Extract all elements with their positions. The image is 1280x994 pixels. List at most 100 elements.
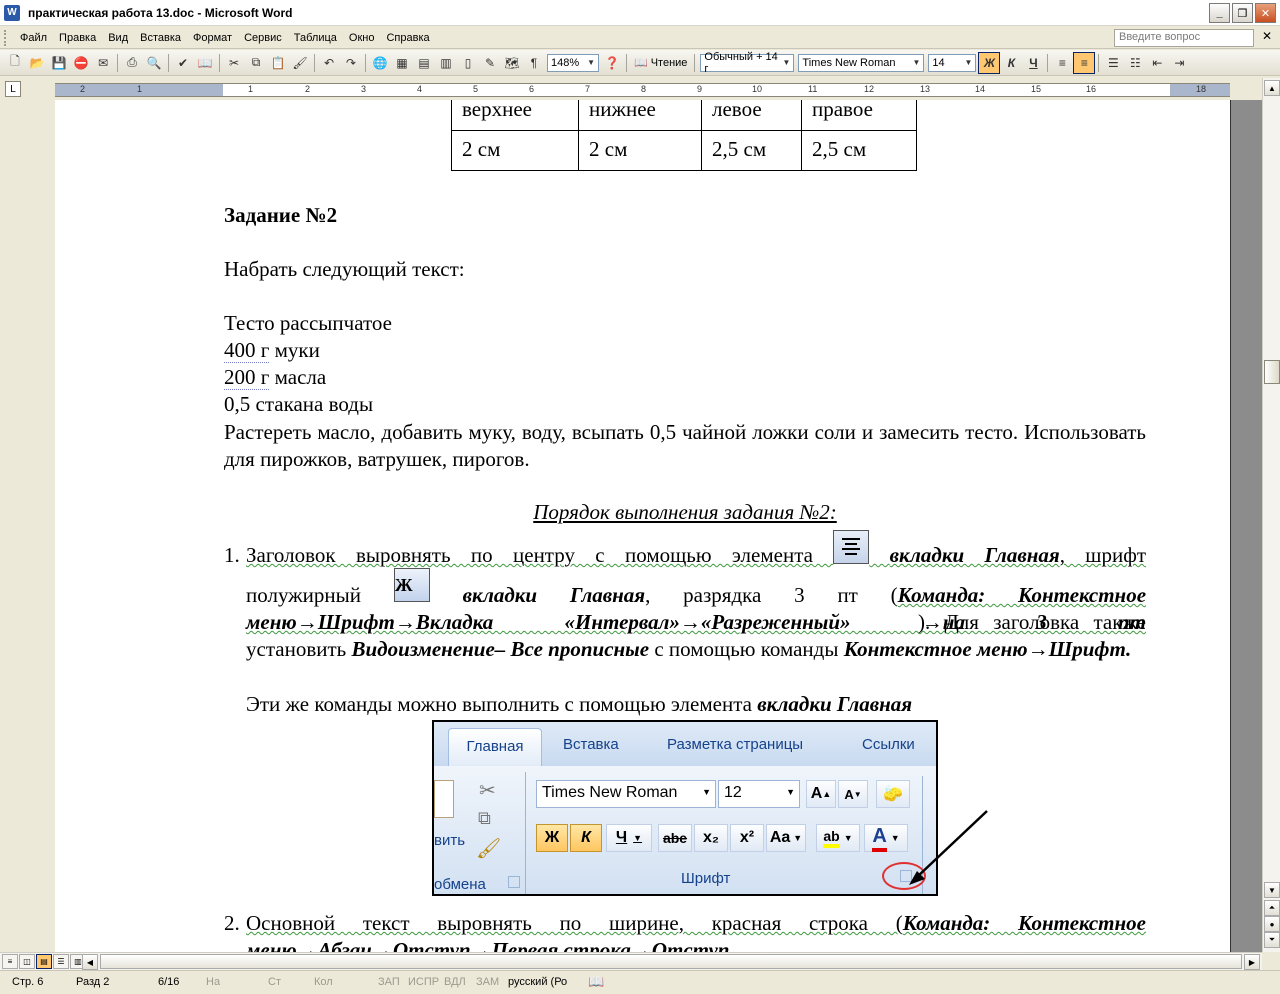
reading-mode-button[interactable]: 📖 Чтение: [630, 56, 691, 70]
help-icon[interactable]: ❓: [601, 52, 623, 74]
table-row: верхнее нижнее левое правое: [451, 100, 917, 131]
new-document-icon[interactable]: 🗋: [4, 52, 26, 74]
close-window-button[interactable]: ✕: [1255, 3, 1276, 23]
minimize-button[interactable]: _: [1209, 3, 1230, 23]
numbering-icon[interactable]: ☰: [1102, 52, 1124, 74]
ruler-mark: 6: [529, 84, 535, 94]
status-ovr[interactable]: ЗАМ: [476, 976, 499, 988]
table-cell: 2 см: [451, 130, 579, 171]
format-painter-icon[interactable]: 🖌: [289, 52, 311, 74]
font-color-icon: A ▼: [864, 824, 908, 852]
open-folder-icon[interactable]: 📂: [26, 52, 48, 74]
zoom-select[interactable]: 148% ▼: [547, 53, 599, 72]
menu-window[interactable]: Окно: [343, 30, 381, 46]
status-language[interactable]: русский (Ро: [508, 976, 567, 988]
cut-icon[interactable]: ✂: [223, 52, 245, 74]
spelling-icon[interactable]: ✔: [172, 52, 194, 74]
drawing-icon[interactable]: ✎: [479, 52, 501, 74]
insert-table-icon[interactable]: ▤: [413, 52, 435, 74]
show-hide-icon[interactable]: ¶: [523, 52, 545, 74]
status-ext[interactable]: ВДЛ: [444, 976, 466, 988]
email-icon[interactable]: ✉: [92, 52, 114, 74]
paste-icon[interactable]: 📋: [267, 52, 289, 74]
font-size-select[interactable]: 14 ▼: [928, 53, 977, 72]
horizontal-ruler[interactable]: 2 1 1 2 3 4 5 6 7 8 9 10 11 12 13 14 15 …: [55, 83, 1230, 97]
menu-edit[interactable]: Правка: [53, 30, 102, 46]
clear-format-icon: 🧽: [876, 780, 910, 808]
align-left-icon[interactable]: ≡: [1051, 52, 1073, 74]
ruler-mark: 5: [473, 84, 479, 94]
copy-icon[interactable]: ⧉: [245, 52, 267, 74]
prev-page-icon[interactable]: ⏶: [1264, 900, 1280, 916]
margins-table: верхнее нижнее левое правое 2 см 2 см 2,…: [451, 100, 917, 171]
document-map-icon[interactable]: 🗺: [501, 52, 523, 74]
undo-icon[interactable]: ↶: [318, 52, 340, 74]
menu-tools[interactable]: Сервис: [238, 30, 288, 46]
outline-view-icon[interactable]: ☰: [53, 954, 69, 969]
menu-insert[interactable]: Вставка: [134, 30, 187, 46]
permission-icon[interactable]: ⛔: [70, 52, 92, 74]
menu-help[interactable]: Справка: [380, 30, 435, 46]
hyperlink-icon[interactable]: 🌐: [369, 52, 391, 74]
font-select[interactable]: Times New Roman ▼: [798, 53, 925, 72]
italic-button[interactable]: К: [1000, 52, 1022, 74]
vertical-scrollbar[interactable]: ▲ ▼ ⏶ ● ⏷: [1262, 78, 1280, 952]
underline-button[interactable]: Ч: [1022, 52, 1044, 74]
columns-icon[interactable]: ▯: [457, 52, 479, 74]
menu-view[interactable]: Вид: [102, 30, 134, 46]
menu-file[interactable]: Файл: [14, 30, 53, 46]
scroll-down-icon[interactable]: ▼: [1264, 882, 1280, 898]
scroll-right-icon[interactable]: ▶: [1244, 954, 1260, 970]
close-document-icon[interactable]: ✕: [1262, 29, 1272, 43]
tab-selector[interactable]: L: [5, 81, 21, 97]
scroll-left-icon[interactable]: ◀: [82, 954, 98, 970]
style-select[interactable]: Обычный + 14 г ▼: [700, 51, 795, 75]
ruler-mark: 14: [975, 84, 986, 94]
next-page-icon[interactable]: ⏷: [1264, 932, 1280, 948]
print-preview-icon[interactable]: 🔍: [143, 52, 165, 74]
browse-object-icon[interactable]: ●: [1264, 916, 1280, 932]
bold-button[interactable]: Ж: [978, 51, 1001, 74]
pointer-arrow-icon: [909, 810, 988, 885]
restore-button[interactable]: ❐: [1232, 3, 1253, 23]
increase-indent-icon[interactable]: ⇥: [1168, 52, 1190, 74]
table-cell: 2,5 см: [801, 130, 917, 171]
ribbon-body: ✂ ⧉ 🖌 вить обмена Times New Roman ▼ 12 ▼ A…: [434, 766, 936, 894]
status-rec[interactable]: ЗАП: [378, 976, 400, 988]
save-icon[interactable]: 💾: [48, 52, 70, 74]
horizontal-thumb[interactable]: [100, 954, 1242, 969]
redo-icon[interactable]: ↷: [340, 52, 362, 74]
print-layout-icon[interactable]: ▤: [36, 954, 52, 969]
web-view-icon[interactable]: ◫: [19, 954, 35, 969]
normal-view-icon[interactable]: ≡: [2, 954, 18, 969]
scroll-thumb[interactable]: [1264, 360, 1280, 384]
table-cell: нижнее: [578, 100, 702, 131]
status-trk[interactable]: ИСПР: [408, 976, 439, 988]
word-app-icon[interactable]: W: [4, 4, 20, 21]
decrease-indent-icon[interactable]: ⇤: [1146, 52, 1168, 74]
scroll-up-icon[interactable]: ▲: [1264, 80, 1280, 96]
instruction-text: Набрать следующий текст:: [224, 257, 465, 281]
print-icon[interactable]: ⎙: [121, 52, 143, 74]
bullets-icon[interactable]: ☷: [1124, 52, 1146, 74]
step1-emph: вкладки Главная: [757, 692, 913, 716]
document-page[interactable]: верхнее нижнее левое правое 2 см 2 см 2,…: [55, 100, 1231, 952]
align-center-icon: [833, 530, 870, 565]
research-icon[interactable]: 📖: [194, 52, 216, 74]
insert-excel-icon[interactable]: ▥: [435, 52, 457, 74]
window-title: практическая работа 13.doc - Microsoft W…: [28, 5, 293, 20]
table-row: 2 см 2 см 2,5 см 2,5 см: [451, 130, 917, 171]
menu-table[interactable]: Таблица: [288, 30, 343, 46]
ask-question-input[interactable]: Введите вопрос: [1114, 29, 1254, 47]
paste-icon: [434, 780, 454, 818]
horizontal-scrollbar[interactable]: ≡ ◫ ▤ ☰ ▥ ◀ ▶: [0, 952, 1262, 970]
shrink-font-icon: A ▼: [838, 780, 868, 808]
tables-borders-icon[interactable]: ▦: [391, 52, 413, 74]
spelling-status-icon[interactable]: 📖: [588, 974, 604, 990]
step1-text: Заголовок выровнять по центру с помощью …: [246, 543, 813, 567]
align-center-icon[interactable]: ≡: [1073, 51, 1096, 74]
ruler-mark: 15: [1031, 84, 1042, 94]
menu-grip[interactable]: [4, 29, 10, 46]
copy-icon: ⧉: [478, 808, 491, 828]
menu-format[interactable]: Формат: [187, 30, 238, 46]
